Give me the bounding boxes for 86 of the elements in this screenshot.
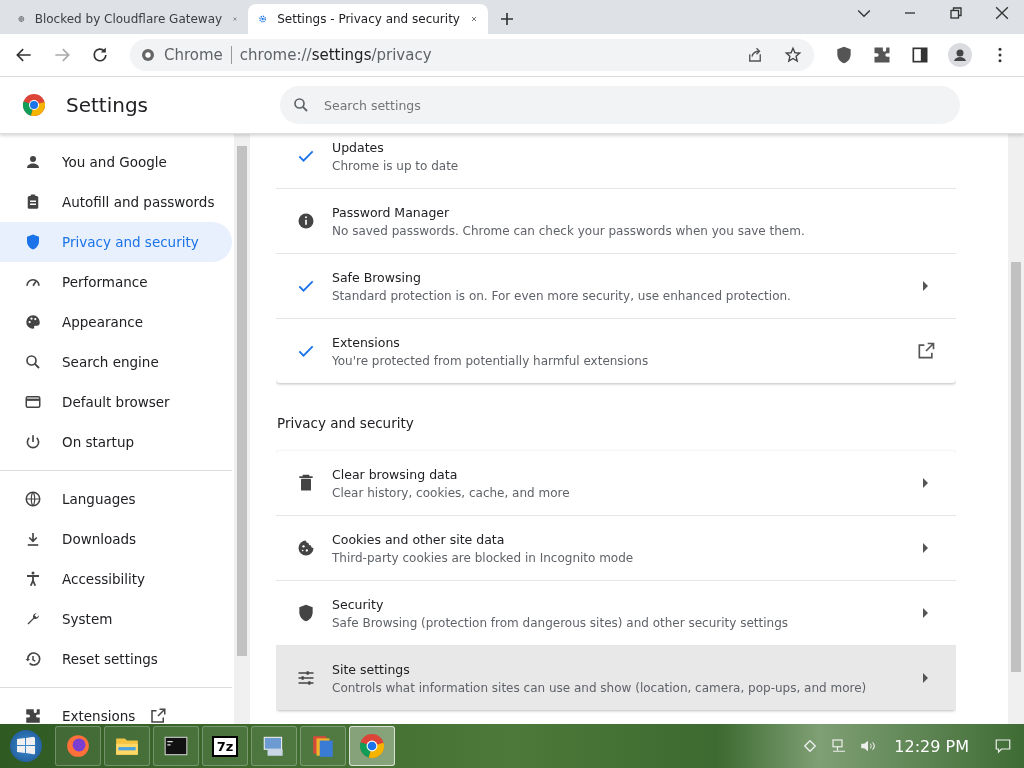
person-icon	[24, 153, 42, 171]
chrome-logo-icon	[359, 733, 385, 759]
side-panel-icon[interactable]	[910, 45, 930, 65]
chrome-logo-icon	[22, 93, 46, 117]
sidebar-item[interactable]: Default browser	[0, 382, 232, 422]
sidebar-item[interactable]: Search engine	[0, 342, 232, 382]
share-icon[interactable]	[746, 46, 764, 64]
trash-icon	[296, 473, 316, 493]
settings-row[interactable]: Clear browsing data Clear history, cookies, cache, and more	[276, 451, 956, 515]
caret-right-icon	[923, 281, 928, 291]
shield-icon[interactable]	[834, 45, 854, 65]
sidebar-item[interactable]: Accessibility	[0, 559, 232, 599]
caret-right-icon	[923, 673, 928, 683]
sidebar-item[interactable]: Languages	[0, 479, 232, 519]
settings-row[interactable]: Cookies and other site data Third-party cookies are blocked in Incognito mode	[276, 515, 956, 580]
settings-row[interactable]: Site settings Controls what information sites can use and show (location, camera, pop-ups, and more)	[276, 645, 956, 710]
browser-tab[interactable]: Settings - Privacy and security	[248, 4, 488, 34]
info-icon	[296, 211, 316, 231]
history-icon	[24, 650, 42, 668]
row-description: Chrome is up to date	[332, 158, 460, 173]
taskbar-button[interactable]	[104, 726, 150, 766]
row-description: You're protected from potentially harmful extensions	[332, 353, 650, 368]
scrollbar[interactable]	[1008, 134, 1024, 724]
row-title: Extensions	[332, 334, 401, 350]
settings-row[interactable]: Password Manager No saved passwords. Chrome can check your passwords when you save them.	[276, 188, 956, 253]
cookie-icon	[296, 538, 316, 558]
search-icon	[24, 353, 42, 371]
row-title: Security	[332, 596, 385, 612]
caret-right-icon	[923, 608, 928, 618]
notification-icon[interactable]	[994, 737, 1012, 755]
taskbar-button[interactable]: 7z	[202, 726, 248, 766]
browser-tab[interactable]: Blocked by Cloudflare Gateway	[8, 4, 248, 34]
archiver-logo: 7z	[211, 735, 239, 757]
sidebar-item[interactable]: Performance	[0, 262, 232, 302]
settings-row[interactable]: Extensions You're protected from potentially harmful extensions	[276, 318, 956, 383]
globe-icon	[24, 490, 42, 508]
puzzle-icon	[24, 707, 42, 725]
settings-row[interactable]: Updates Chrome is up to date	[276, 134, 956, 188]
settings-row[interactable]: Safe Browsing Standard protection is on. For even more security, use enhanced protection.	[276, 253, 956, 318]
row-title: Cookies and other site data	[332, 531, 506, 547]
page-title: Settings	[66, 93, 149, 117]
section-heading: Privacy and security	[276, 414, 415, 433]
row-description: Safe Browsing (protection from dangerous sites) and other security settings	[332, 615, 790, 630]
shield-icon	[296, 603, 316, 623]
site-info-icon[interactable]	[140, 47, 156, 63]
sidebar-item[interactable]: Downloads	[0, 519, 232, 559]
windows-logo-icon	[10, 730, 42, 762]
clock[interactable]: 12:29 PM	[894, 736, 969, 756]
row-description: Controls what information sites can use and show (location, camera, pop-ups, and more)	[332, 680, 868, 695]
folders-icon	[310, 733, 336, 759]
browser-window-icon	[24, 393, 42, 411]
sidebar-item[interactable]: Autofill and passwords	[0, 182, 232, 222]
shield-icon	[24, 233, 42, 251]
sidebar-item[interactable]: System	[0, 599, 232, 639]
sidebar-item[interactable]: You and Google	[0, 142, 232, 182]
reload-icon[interactable]	[90, 45, 110, 65]
taskbar-button[interactable]	[153, 726, 199, 766]
palette-icon	[24, 313, 42, 331]
caret-right-icon	[923, 543, 928, 553]
sidebar-item[interactable]: On startup	[0, 422, 232, 462]
caret-right-icon	[923, 478, 928, 488]
sidebar-item[interactable]: Appearance	[0, 302, 232, 342]
star-icon[interactable]	[784, 46, 802, 64]
row-description: Standard protection is on. For even more security, use enhanced protection.	[332, 288, 792, 303]
row-description: Clear history, cookies, cache, and more	[332, 485, 571, 500]
plus-icon[interactable]	[498, 10, 516, 28]
fox-globe-icon	[65, 733, 91, 759]
row-description: No saved passwords. Chrome can check your passwords when you save them.	[332, 223, 806, 238]
external-link-icon	[916, 341, 936, 361]
sidebar-item[interactable]: Privacy and security	[0, 222, 232, 262]
sliders-icon	[296, 668, 316, 688]
scrollbar[interactable]	[234, 134, 250, 724]
puzzle-icon[interactable]	[872, 45, 892, 65]
profile-avatar-icon[interactable]	[948, 43, 972, 67]
row-title: Clear browsing data	[332, 466, 459, 482]
row-description: Third-party cookies are blocked in Incognito mode	[332, 550, 635, 565]
row-title: Password Manager	[332, 204, 451, 220]
search-icon	[292, 96, 310, 114]
search-field[interactable]: Search settings	[280, 86, 960, 124]
power-icon	[24, 433, 42, 451]
accessibility-icon	[24, 570, 42, 588]
address-bar[interactable]: Chrome chrome://settings/privacy	[130, 39, 814, 71]
row-title: Safe Browsing	[332, 269, 422, 285]
row-title: Updates	[332, 139, 385, 155]
sidebar-item[interactable]: Reset settings	[0, 639, 232, 679]
row-title: Site settings	[332, 661, 411, 677]
